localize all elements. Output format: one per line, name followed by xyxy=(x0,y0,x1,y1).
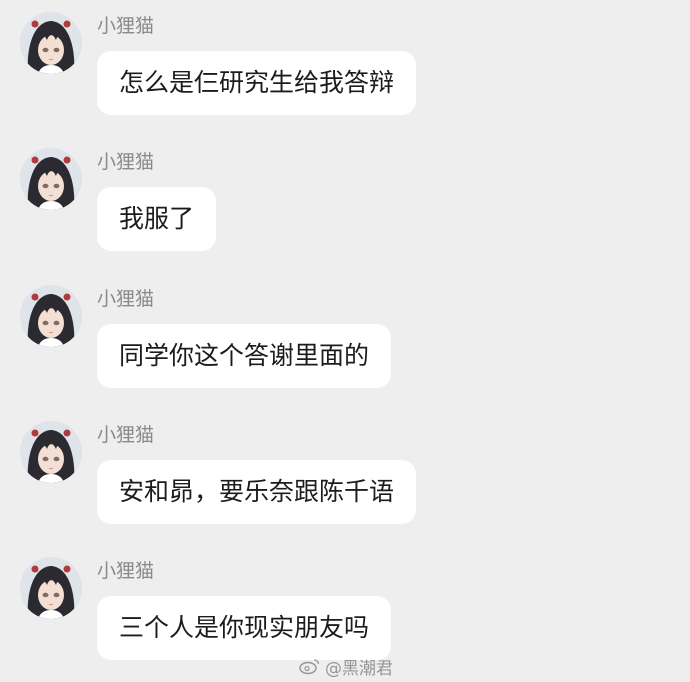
anime-girl-avatar-icon xyxy=(20,12,82,74)
chat-message: 小狸猫 怎么是仨研究生给我答辩 xyxy=(0,0,690,120)
anime-girl-avatar-icon xyxy=(20,148,82,210)
anime-girl-avatar-icon xyxy=(20,421,82,483)
message-bubble[interactable]: 三个人是你现实朋友吗 xyxy=(97,596,392,660)
message-bubble[interactable]: 同学你这个答谢里面的 xyxy=(97,324,392,388)
anime-girl-avatar-icon xyxy=(20,557,82,619)
watermark-text: @黑潮君 xyxy=(325,658,393,679)
anime-girl-avatar-icon xyxy=(20,285,82,347)
sender-name: 小狸猫 xyxy=(97,151,155,173)
chat-message: 小狸猫 同学你这个答谢里面的 xyxy=(0,273,690,393)
avatar[interactable] xyxy=(20,421,82,483)
chat-message: 小狸猫 安和昴，要乐奈跟陈千语 xyxy=(0,409,690,529)
sender-name: 小狸猫 xyxy=(97,424,155,446)
message-bubble[interactable]: 我服了 xyxy=(97,187,217,251)
avatar[interactable] xyxy=(20,12,82,74)
avatar[interactable] xyxy=(20,285,82,347)
avatar[interactable] xyxy=(20,148,82,210)
message-bubble[interactable]: 安和昴，要乐奈跟陈千语 xyxy=(97,460,417,524)
avatar[interactable] xyxy=(20,557,82,619)
chat-message-list: 小狸猫 怎么是仨研究生给我答辩 小狸猫 我服了 小狸猫 同学你这个答谢里面的 小… xyxy=(0,0,690,682)
weibo-logo-icon xyxy=(299,659,320,675)
sender-name: 小狸猫 xyxy=(97,288,155,310)
sender-name: 小狸猫 xyxy=(97,560,155,582)
chat-message: 小狸猫 三个人是你现实朋友吗 xyxy=(0,545,690,665)
chat-message: 小狸猫 我服了 xyxy=(0,136,690,256)
message-bubble[interactable]: 怎么是仨研究生给我答辩 xyxy=(97,51,417,115)
sender-name: 小狸猫 xyxy=(97,15,155,37)
watermark: @黑潮君 xyxy=(299,654,393,679)
